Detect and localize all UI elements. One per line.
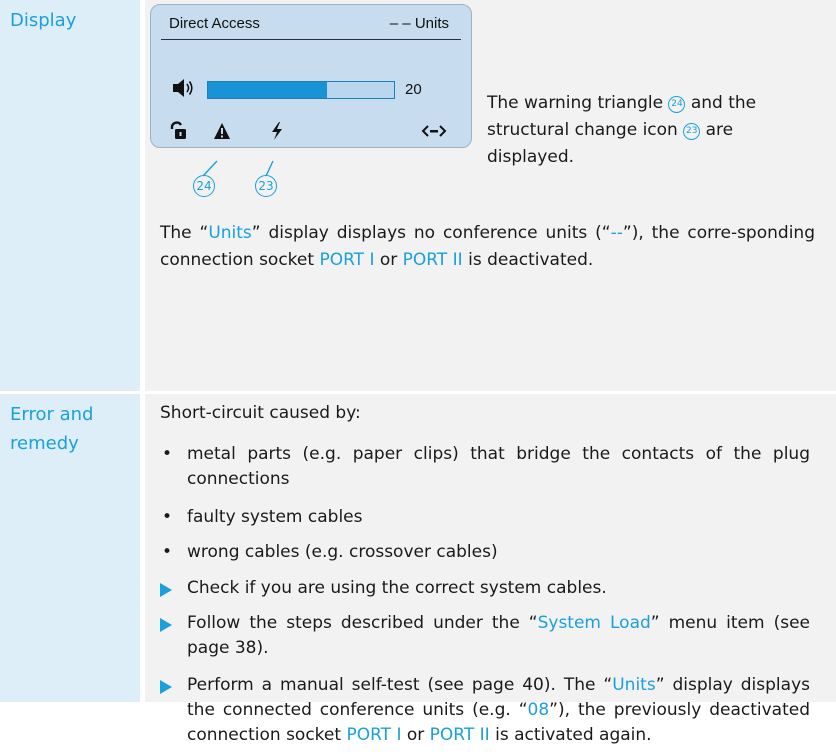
display-label: Display [0, 0, 140, 391]
units-keyword: Units [208, 223, 252, 243]
port-i-keyword: PORT I [346, 725, 402, 745]
circled-number-23: 23 [683, 123, 701, 140]
step-arrow-icon [160, 583, 172, 597]
bullet-item: • faulty system cables [160, 505, 810, 532]
count-keyword: 08 [527, 700, 550, 720]
step-text: Follow the steps described under the “Sy… [187, 611, 810, 661]
volume-bar [207, 81, 395, 99]
bullet-dot: • [162, 542, 173, 562]
desc-part1: The warning triangle [487, 93, 669, 113]
step-item: Check if you are using the correct syste… [160, 576, 810, 603]
step-text-part: Perform a manual self-test (see page 40)… [187, 675, 556, 695]
structural-change-icon [272, 122, 282, 140]
step-text: Check if you are using the correct syste… [187, 578, 607, 598]
port-ii-keyword: PORT II [402, 250, 463, 270]
dashes-keyword: -- [610, 223, 623, 243]
units-keyword: Units [612, 675, 656, 695]
bullet-item: • wrong cables (e.g. crossover cables) [160, 540, 810, 567]
icons-description: The warning triangle 24 and the structur… [487, 90, 807, 171]
lock-icon [170, 121, 186, 139]
volume-icon [173, 79, 193, 97]
lcd-display: Direct Access – – Units 20 [150, 4, 472, 148]
callout-23: 23 [255, 175, 277, 197]
step-text-part: Follow the steps described under the “ [187, 613, 538, 633]
callout-24: 24 [193, 175, 215, 197]
step-item: Follow the steps described under the “Sy… [160, 611, 810, 665]
port-ii-keyword: PORT II [429, 725, 490, 745]
circled-number-24: 24 [668, 96, 686, 113]
volume-bar-fill [208, 82, 328, 98]
lcd-units-readout: – – Units [389, 15, 449, 32]
bullet-text: faulty system cables [187, 507, 363, 527]
connection-icon [421, 125, 447, 137]
bullet-dot: • [162, 444, 173, 464]
bullet-text: metal parts (e.g. paper clips) that brid… [187, 444, 810, 489]
error-intro: Short-circuit caused by: [160, 403, 361, 423]
units-note-text: The “ [160, 223, 209, 243]
volume-value: 20 [405, 81, 422, 98]
step-text-part: The “ [563, 675, 613, 695]
lcd-divider [161, 39, 461, 40]
step-text-part: or [401, 725, 430, 745]
units-note-text: is deactivated. [462, 250, 594, 270]
warning-triangle-icon [214, 123, 230, 139]
error-label: Error and remedy [0, 394, 140, 702]
units-note: The “Units” display displays no conferen… [160, 220, 815, 274]
system-load-keyword: System Load [537, 613, 651, 633]
lcd-title: Direct Access [169, 15, 260, 32]
step-arrow-icon [160, 680, 172, 694]
step-text-part: is activated again. [489, 725, 652, 745]
bullet-item: • metal parts (e.g. paper clips) that br… [160, 442, 810, 496]
units-note-text: ” display displays no conference units (… [251, 223, 611, 243]
step-text: Perform a manual self-test (see page 40)… [187, 673, 810, 748]
step-arrow-icon [160, 618, 172, 632]
units-note-text: or [374, 250, 403, 270]
bullet-text: wrong cables (e.g. crossover cables) [187, 542, 498, 562]
port-i-keyword: PORT I [319, 250, 375, 270]
bullet-dot: • [162, 507, 173, 527]
step-item: Perform a manual self-test (see page 40)… [160, 673, 810, 754]
page: Display Direct Access – – Units 20 24 23… [0, 0, 836, 745]
